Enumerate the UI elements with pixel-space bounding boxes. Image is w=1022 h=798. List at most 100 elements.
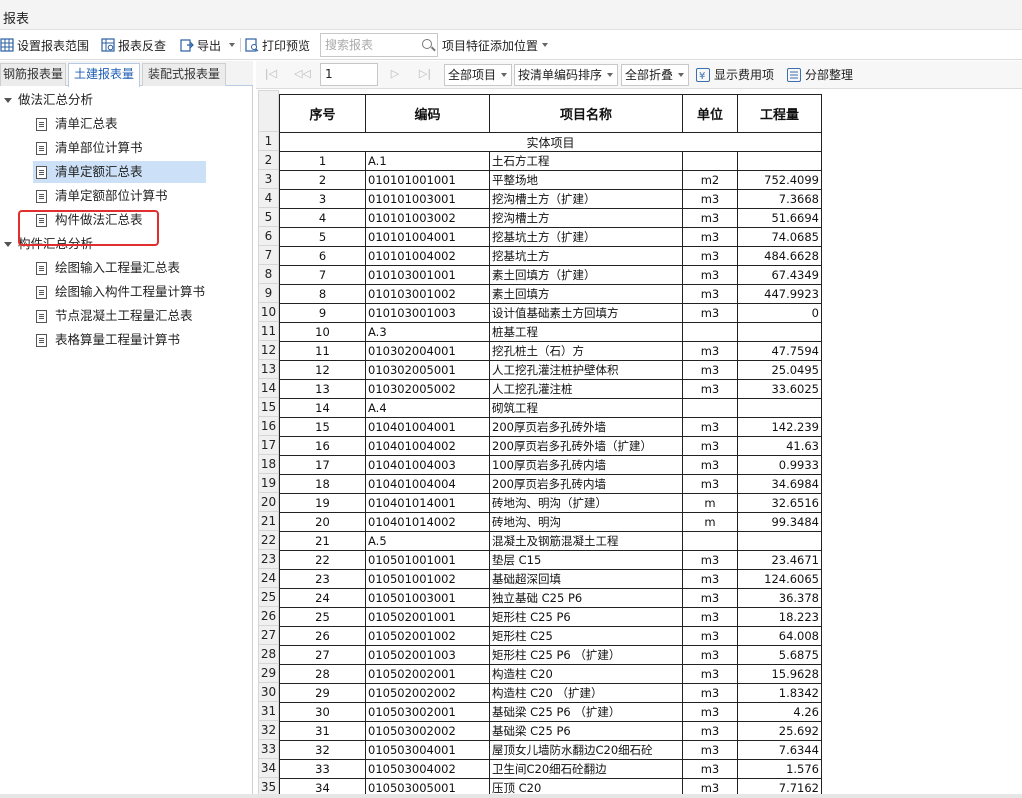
table-row[interactable]: 32 010503004001 屋顶女儿墙防水翻边C20细石砼 m3 7.6344 — [279, 740, 822, 760]
feature-position-dropdown[interactable]: 项目特征添加位置 — [442, 35, 549, 55]
row-number[interactable]: 20 — [258, 493, 279, 512]
cell-unit[interactable]: m3 — [682, 360, 738, 380]
cell-item-name[interactable]: 人工挖孔灌注桩护壁体积 — [489, 360, 683, 380]
cell-item-name[interactable]: 200厚页岩多孔砖外墙 — [489, 417, 683, 437]
cell-seq[interactable]: 30 — [279, 702, 366, 722]
table-row[interactable]: 10 A.3 桩基工程 — [279, 322, 822, 342]
cell-code[interactable]: 010503004001 — [365, 740, 490, 760]
cell-seq[interactable]: 25 — [279, 607, 366, 627]
cell-code[interactable]: 010103001001 — [365, 265, 490, 285]
cell-unit[interactable]: m3 — [682, 474, 738, 494]
cell-quantity[interactable]: 4.26 — [737, 702, 822, 722]
table-row[interactable]: 31 010503002002 基础梁 C25 P6 m3 25.692 — [279, 721, 822, 741]
cell-seq[interactable]: 31 — [279, 721, 366, 741]
row-number[interactable]: 14 — [258, 379, 279, 398]
tab-civil-report[interactable]: 土建报表量 — [68, 63, 140, 87]
cell-unit[interactable]: m3 — [682, 265, 738, 285]
cell-seq[interactable]: 5 — [279, 227, 366, 247]
table-row[interactable]: 13 010302005002 人工挖孔灌注桩 m3 33.6025 — [279, 379, 822, 399]
cell-item-name[interactable]: 卫生间C20细石砼翻边 — [489, 759, 683, 779]
row-number[interactable]: 24 — [258, 569, 279, 588]
page-number-input[interactable]: 1 — [320, 63, 378, 86]
cell-item-name[interactable]: 设计值基础素土方回填方 — [489, 303, 683, 323]
tab-prefab-report[interactable]: 装配式报表量 — [142, 63, 226, 86]
cell-item-name[interactable]: 混凝土及钢筋混凝土工程 — [489, 531, 683, 551]
row-number[interactable]: 3 — [258, 170, 279, 189]
cell-item-name[interactable]: 垫层 C15 — [489, 550, 683, 570]
cell-quantity[interactable]: 33.6025 — [737, 379, 822, 399]
cell-item-name[interactable]: 屋顶女儿墙防水翻边C20细石砼 — [489, 740, 683, 760]
cell-unit[interactable]: m3 — [682, 189, 738, 209]
cell-code[interactable]: 010401014002 — [365, 512, 490, 532]
search-icon[interactable] — [422, 39, 432, 49]
table-row[interactable]: 12 010302005001 人工挖孔灌注桩护壁体积 m3 25.0495 — [279, 360, 822, 380]
last-page-icon[interactable]: ▷| — [418, 67, 432, 81]
cell-item-name[interactable]: 挖孔桩土（石）方 — [489, 341, 683, 361]
cell-unit[interactable] — [682, 531, 738, 551]
tree-item-bill-quota-summary[interactable]: 清单定额汇总表 — [33, 161, 206, 183]
cell-quantity[interactable] — [737, 151, 822, 171]
table-row[interactable]: 24 010501003001 独立基础 C25 P6 m3 36.378 — [279, 588, 822, 608]
cell-unit[interactable]: m3 — [682, 379, 738, 399]
cell-seq[interactable]: 18 — [279, 474, 366, 494]
tidy-sections-button[interactable]: 分部整理 — [787, 66, 853, 84]
cell-quantity[interactable]: 484.6628 — [737, 246, 822, 266]
cell-quantity[interactable]: 7.6344 — [737, 740, 822, 760]
fold-select[interactable]: 全部折叠 — [621, 64, 689, 86]
tree-item-bill-summary[interactable]: 清单汇总表 — [36, 113, 118, 135]
table-row[interactable]: 17 010401004003 100厚页岩多孔砖内墙 m3 0.9933 — [279, 455, 822, 475]
row-number[interactable]: 30 — [258, 683, 279, 702]
cell-unit[interactable]: m3 — [682, 227, 738, 247]
cell-quantity[interactable]: 447.9923 — [737, 284, 822, 304]
table-row[interactable]: 21 A.5 混凝土及钢筋混凝土工程 — [279, 531, 822, 551]
table-row[interactable]: 34 010503005001 压顶 C20 m3 7.7162 — [279, 778, 822, 794]
cell-item-name[interactable]: 素土回填方 — [489, 284, 683, 304]
cell-item-name[interactable]: 200厚页岩多孔砖外墙（扩建） — [489, 436, 683, 456]
cell-seq[interactable]: 10 — [279, 322, 366, 342]
table-row[interactable]: 29 010502002002 构造柱 C20 （扩建） m3 1.8342 — [279, 683, 822, 703]
table-row[interactable]: 11 010302004001 挖孔桩土（石）方 m3 47.7594 — [279, 341, 822, 361]
cell-unit[interactable]: m3 — [682, 778, 738, 794]
cell-code[interactable]: 010501001002 — [365, 569, 490, 589]
cell-seq[interactable]: 6 — [279, 246, 366, 266]
cell-quantity[interactable]: 0.9933 — [737, 455, 822, 475]
cell-unit[interactable]: m3 — [682, 740, 738, 760]
table-row[interactable]: 4 010101003002 挖沟槽土方 m3 51.6694 — [279, 208, 822, 228]
cell-seq[interactable]: 9 — [279, 303, 366, 323]
previous-page-icon[interactable]: ◁◁ — [294, 67, 311, 81]
cell-quantity[interactable]: 752.4099 — [737, 170, 822, 190]
cell-seq[interactable]: 23 — [279, 569, 366, 589]
cell-code[interactable]: 010501001001 — [365, 550, 490, 570]
cell-quantity[interactable]: 32.6516 — [737, 493, 822, 513]
table-row[interactable]: 5 010101004001 挖基坑土方（扩建） m3 74.0685 — [279, 227, 822, 247]
bottom-scrollbar[interactable] — [0, 794, 1022, 798]
cell-seq[interactable]: 34 — [279, 778, 366, 794]
row-number[interactable]: 26 — [258, 607, 279, 626]
cell-code[interactable]: 010502001002 — [365, 626, 490, 646]
cell-item-name[interactable]: 挖基坑土方 — [489, 246, 683, 266]
row-number[interactable]: 10 — [258, 303, 279, 322]
cell-unit[interactable]: m3 — [682, 303, 738, 323]
cell-code[interactable]: 010101004002 — [365, 246, 490, 266]
table-row[interactable]: 8 010103001002 素土回填方 m3 447.9923 — [279, 284, 822, 304]
cell-item-name[interactable]: 土石方工程 — [489, 151, 683, 171]
row-number[interactable]: 23 — [258, 550, 279, 569]
cell-item-name[interactable]: 压顶 C20 — [489, 778, 683, 794]
print-preview-button[interactable]: 打印预览 — [245, 35, 310, 55]
cell-code[interactable]: A.4 — [365, 398, 490, 418]
cell-item-name[interactable]: 矩形柱 C25 P6 — [489, 607, 683, 627]
row-number[interactable]: 18 — [258, 455, 279, 474]
cell-quantity[interactable]: 18.223 — [737, 607, 822, 627]
table-row[interactable]: 7 010103001001 素土回填方（扩建） m3 67.4349 — [279, 265, 822, 285]
row-number[interactable]: 21 — [258, 512, 279, 531]
cell-item-name[interactable]: 砌筑工程 — [489, 398, 683, 418]
table-row[interactable]: 28 010502002001 构造柱 C20 m3 15.9628 — [279, 664, 822, 684]
cell-unit[interactable]: m3 — [682, 341, 738, 361]
cell-item-name[interactable]: 矩形柱 C25 P6 （扩建） — [489, 645, 683, 665]
tab-rebar-report[interactable]: 钢筋报表量 — [0, 63, 66, 86]
cell-code[interactable]: 010502001003 — [365, 645, 490, 665]
table-row[interactable]: 22 010501001001 垫层 C15 m3 23.4671 — [279, 550, 822, 570]
cell-quantity[interactable]: 1.8342 — [737, 683, 822, 703]
cell-item-name[interactable]: 基础超深回填 — [489, 569, 683, 589]
table-row[interactable]: 23 010501001002 基础超深回填 m3 124.6065 — [279, 569, 822, 589]
